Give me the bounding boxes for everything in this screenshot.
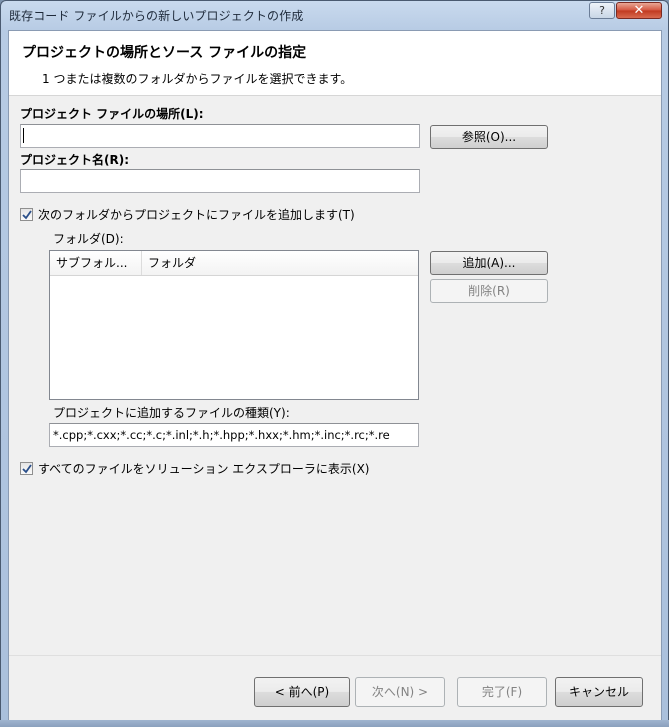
page-subtitle: 1 つまたは複数のフォルダからファイルを選択できます。 [42, 72, 353, 86]
column-header-folder[interactable]: フォルダ [142, 251, 418, 275]
next-button[interactable]: 次へ(N) > [355, 677, 445, 707]
title-bar[interactable]: 既存コード ファイルからの新しいプロジェクトの作成 ? ✕ [1, 1, 668, 29]
folders-label: フォルダ(D): [53, 232, 124, 246]
folders-list[interactable]: サブフォル... フォルダ [49, 250, 419, 400]
checkmark-icon [22, 210, 32, 220]
remove-folder-button[interactable]: 削除(R) [430, 279, 548, 303]
add-from-folders-checkbox[interactable] [20, 208, 33, 221]
page-title: プロジェクトの場所とソース ファイルの指定 [22, 45, 307, 61]
text-caret [23, 128, 24, 143]
column-header-subfolder[interactable]: サブフォル... [50, 251, 142, 275]
wizard-header: プロジェクトの場所とソース ファイルの指定 1 つまたは複数のフォルダからファイ… [9, 31, 661, 96]
cancel-button[interactable]: キャンセル [555, 677, 643, 707]
help-button[interactable]: ? [589, 2, 615, 19]
add-from-folders-label[interactable]: 次のフォルダからプロジェクトにファイルを追加します(T) [38, 206, 355, 223]
file-types-input[interactable]: *.cpp;*.cxx;*.cc;*.c;*.inl;*.h;*.hpp;*.h… [49, 423, 419, 447]
window-title: 既存コード ファイルからの新しいプロジェクトの作成 [9, 9, 304, 23]
browse-button[interactable]: 参照(O)... [430, 125, 548, 149]
project-name-label: プロジェクト名(R): [20, 153, 130, 167]
show-all-files-checkbox[interactable] [20, 462, 33, 475]
footer-divider [9, 655, 661, 656]
folders-list-header: サブフォル... フォルダ [50, 251, 418, 276]
dialog-client-area: プロジェクトの場所とソース ファイルの指定 1 つまたは複数のフォルダからファイ… [8, 30, 662, 721]
back-button[interactable]: < 前へ(P) [254, 677, 350, 707]
show-all-files-label[interactable]: すべてのファイルをソリューション エクスプローラに表示(X) [38, 460, 369, 477]
file-types-value: *.cpp;*.cxx;*.cc;*.c;*.inl;*.h;*.hpp;*.h… [53, 428, 390, 442]
finish-button[interactable]: 完了(F) [457, 677, 547, 707]
taskbar-strip [0, 720, 669, 727]
close-button[interactable]: ✕ [616, 2, 662, 19]
file-types-label: プロジェクトに追加するファイルの種類(Y): [53, 406, 290, 420]
checkmark-icon [22, 464, 32, 474]
dialog-window: 既存コード ファイルからの新しいプロジェクトの作成 ? ✕ プロジェクトの場所と… [0, 0, 669, 727]
project-name-input[interactable] [20, 169, 420, 193]
add-folder-button[interactable]: 追加(A)... [430, 251, 548, 275]
project-location-input[interactable] [20, 124, 420, 148]
project-location-label: プロジェクト ファイルの場所(L): [20, 107, 204, 121]
